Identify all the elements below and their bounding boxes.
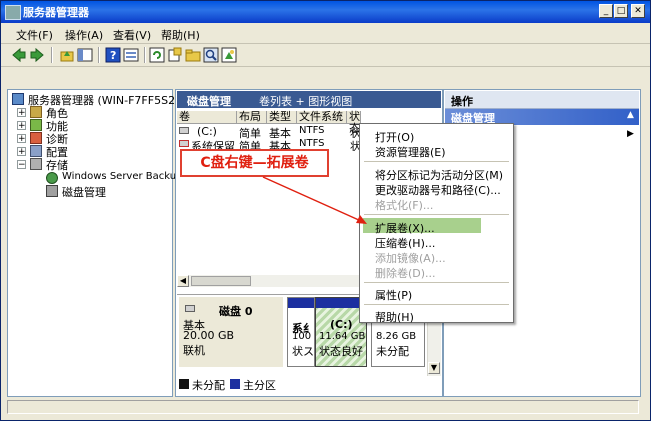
server-manager-window: 服务器管理器 _ □ ✕ 文件(F) 操作(A) 查看(V) 帮助(H) ? 服… (0, 0, 651, 421)
annotation-arrow-icon (262, 176, 367, 224)
status-bar (7, 400, 639, 414)
